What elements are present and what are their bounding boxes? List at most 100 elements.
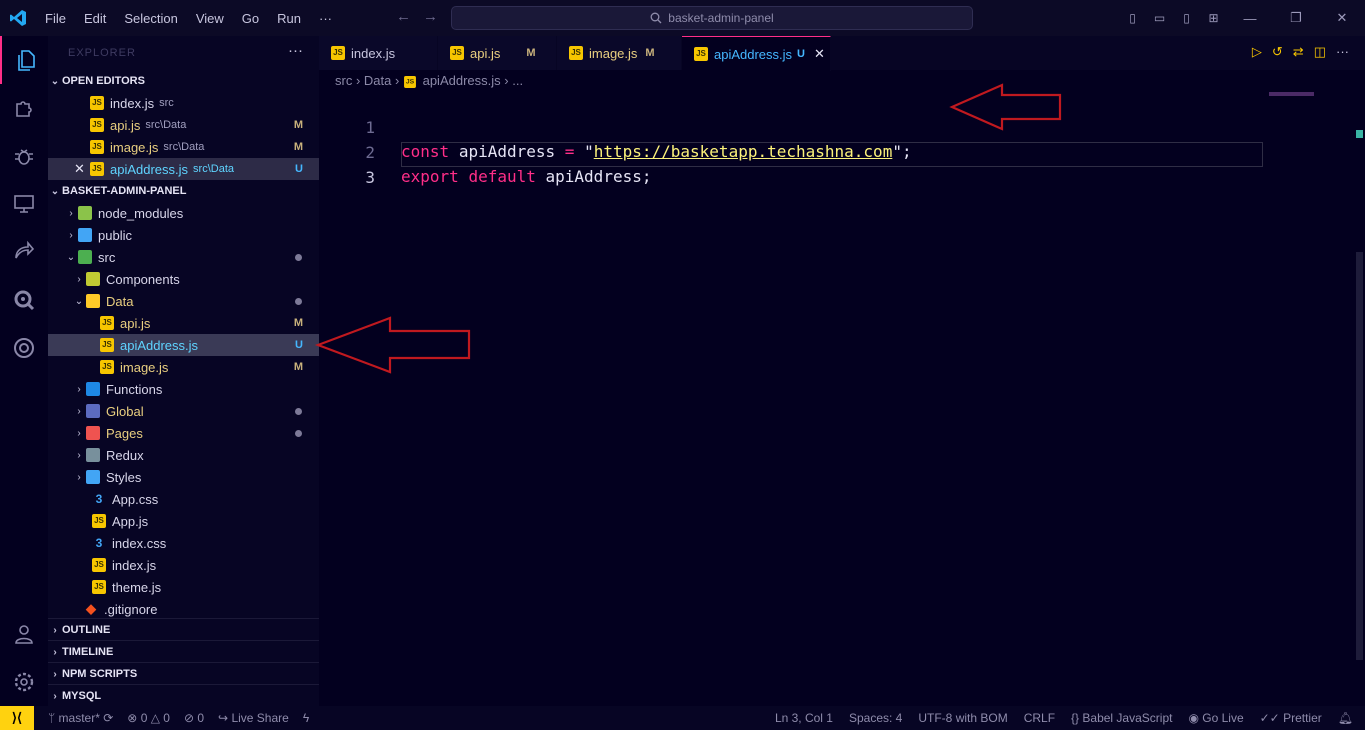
explorer-more-icon[interactable]: ··· <box>288 42 303 59</box>
toggle-sidebar-icon[interactable]: ▯ <box>1119 11 1146 25</box>
code-line[interactable]: 1 const apiAddress = "https://basketapp.… <box>319 92 1319 161</box>
folder-name: Pages <box>106 425 143 441</box>
menu-more[interactable]: ··· <box>310 11 341 26</box>
breadcrumb-file[interactable]: apiAddress.js <box>423 73 501 88</box>
toggle-panel-icon[interactable]: ▭ <box>1146 11 1173 25</box>
menu-selection[interactable]: Selection <box>115 11 186 26</box>
tree-folder[interactable]: › Components <box>48 268 319 290</box>
close-editor-icon[interactable]: ✕ <box>74 161 90 177</box>
outline-section[interactable]: › OUTLINE <box>48 618 319 641</box>
ports-status[interactable]: ⊘ 0 <box>184 711 204 725</box>
tree-file[interactable]: JS index.js <box>48 554 319 576</box>
tree-file[interactable]: JS api.js M <box>48 312 319 334</box>
menu-edit[interactable]: Edit <box>75 11 115 26</box>
timeline-history-icon[interactable]: ↺ <box>1272 44 1283 60</box>
more-actions-icon[interactable]: ··· <box>1336 44 1349 60</box>
gitlens-icon[interactable] <box>0 324 48 372</box>
npm-scripts-section[interactable]: › NPM SCRIPTS <box>48 662 319 685</box>
tree-folder[interactable]: ⌄ Data <box>48 290 319 312</box>
menu-view[interactable]: View <box>187 11 233 26</box>
menu-go[interactable]: Go <box>233 11 268 26</box>
live-share-status[interactable]: ↪ Live Share <box>218 711 289 725</box>
split-editor-icon[interactable]: ◫ <box>1314 44 1326 60</box>
chevron-right-icon: › <box>77 427 81 439</box>
extensions-puzzle-icon[interactable] <box>0 84 48 132</box>
tree-file[interactable]: 3 index.css <box>48 532 319 554</box>
language-mode[interactable]: {} Babel JavaScript <box>1071 711 1172 725</box>
back-arrow-icon[interactable]: ← <box>396 8 423 25</box>
scrollbar-track[interactable] <box>1356 252 1363 660</box>
tree-folder[interactable]: › Global <box>48 400 319 422</box>
tab-image-js[interactable]: JS image.js M <box>557 36 682 70</box>
notifications-bell-icon[interactable]: 🔔︎ <box>1338 711 1353 725</box>
git-status-badge: M <box>293 361 303 373</box>
open-editor-item[interactable]: JS api.js src\Data M <box>48 114 319 136</box>
tab-index-js[interactable]: JS index.js <box>319 36 438 70</box>
open-editor-item[interactable]: JS image.js src\Data M <box>48 136 319 158</box>
accounts-icon[interactable] <box>0 610 48 658</box>
cursor-position[interactable]: Ln 3, Col 1 <box>775 711 833 725</box>
branch-status[interactable]: ᛘ master* ⟳ <box>48 711 113 725</box>
js-file-icon: JS <box>92 514 106 528</box>
tree-file[interactable]: 3 App.css <box>48 488 319 510</box>
mysql-section[interactable]: › MYSQL <box>48 684 319 707</box>
pages-folder-icon <box>86 426 100 440</box>
go-live-button[interactable]: ◉ Go Live <box>1188 711 1243 725</box>
tree-folder[interactable]: › Functions <box>48 378 319 400</box>
project-section[interactable]: ⌄ BASKET-ADMIN-PANEL <box>48 180 319 202</box>
explorer-sidebar: EXPLORER ··· ⌄ OPEN EDITORS JS index.js … <box>48 36 319 706</box>
tree-file-selected[interactable]: JS apiAddress.js U <box>48 334 319 356</box>
live-share-icon[interactable] <box>0 228 48 276</box>
tree-folder[interactable]: › public <box>48 224 319 246</box>
timeline-section[interactable]: › TIMELINE <box>48 640 319 663</box>
toggle-secondary-sidebar-icon[interactable]: ▯ <box>1173 11 1200 25</box>
remote-indicator-icon[interactable]: ⟩⟨ <box>0 706 34 730</box>
open-editors-section[interactable]: ⌄ OPEN EDITORS <box>48 70 319 92</box>
prettier-button[interactable]: ✓✓ Prettier <box>1260 711 1322 725</box>
tree-file[interactable]: JS image.js M <box>48 356 319 378</box>
explorer-icon[interactable] <box>0 36 50 84</box>
open-editor-item-active[interactable]: ✕ JS apiAddress.js src\Data U <box>48 158 319 180</box>
tree-folder[interactable]: › Styles <box>48 466 319 488</box>
sync-icon: ⟳ <box>103 711 114 725</box>
breadcrumb-data[interactable]: Data <box>364 73 391 88</box>
tree-folder[interactable]: ⌄ src <box>48 246 319 268</box>
scrollbar-marker <box>1356 130 1363 138</box>
indentation[interactable]: Spaces: 4 <box>849 711 902 725</box>
css-file-icon: 3 <box>95 492 103 506</box>
tree-file[interactable]: JS theme.js <box>48 576 319 598</box>
end-of-line[interactable]: CRLF <box>1024 711 1055 725</box>
menu-run[interactable]: Run <box>268 11 310 26</box>
menu-file[interactable]: File <box>36 11 75 26</box>
close-window-icon[interactable]: ✕ <box>1319 10 1365 26</box>
minimize-icon[interactable]: — <box>1227 11 1273 26</box>
restore-icon[interactable]: ❐ <box>1273 10 1319 26</box>
code-line[interactable]: 3 <box>319 142 1319 187</box>
tab-api-js[interactable]: JS api.js M <box>438 36 557 70</box>
tree-folder[interactable]: › node_modules <box>48 202 319 224</box>
tree-folder[interactable]: › Pages <box>48 422 319 444</box>
tree-folder[interactable]: › Redux <box>48 444 319 466</box>
forward-arrow-icon[interactable]: → <box>423 8 450 25</box>
code-editor[interactable]: 1 const apiAddress = "https://basketapp.… <box>319 92 1365 706</box>
close-tab-icon[interactable]: ✕ <box>814 46 825 62</box>
search-magnifier-icon[interactable] <box>0 276 48 324</box>
command-center-search[interactable]: basket-admin-panel <box>451 6 973 30</box>
encoding[interactable]: UTF-8 with BOM <box>918 711 1007 725</box>
open-editor-item[interactable]: JS index.js src <box>48 92 319 114</box>
compare-changes-icon[interactable]: ⇄ <box>1293 44 1304 60</box>
layout-grid-icon[interactable]: ⊞ <box>1200 11 1227 25</box>
tab-apiaddress-js[interactable]: JS apiAddress.js U ✕ <box>682 36 831 71</box>
lightning-icon[interactable]: ϟ <box>303 711 309 725</box>
code-line[interactable]: 2 export default apiAddress; <box>319 117 1319 186</box>
minimap[interactable] <box>1269 92 1314 96</box>
tree-file[interactable]: ◆ .gitignore <box>48 598 319 620</box>
debug-bug-icon[interactable] <box>0 132 48 180</box>
tree-file[interactable]: JS App.js <box>48 510 319 532</box>
problems-status[interactable]: ⊗ 0 △ 0 <box>127 711 170 725</box>
breadcrumb-src[interactable]: src <box>335 73 352 88</box>
settings-gear-icon[interactable] <box>0 658 48 706</box>
run-icon[interactable]: ▷ <box>1252 44 1262 60</box>
remote-explorer-monitor-icon[interactable] <box>0 180 48 228</box>
breadcrumb-symbols[interactable]: ... <box>512 73 523 88</box>
